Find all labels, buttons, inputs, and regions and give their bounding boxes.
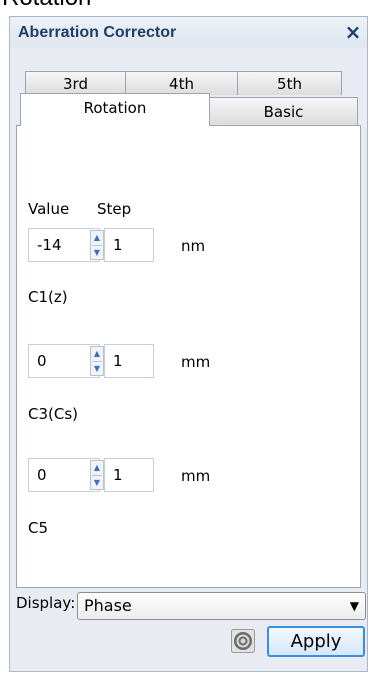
c1-step-input[interactable]: 1: [104, 228, 154, 262]
c1-unit: nm: [181, 237, 206, 255]
c1-spinner[interactable]: ▲ ▼: [90, 230, 104, 260]
c5-spinner[interactable]: ▲ ▼: [90, 460, 104, 490]
c5-unit: mm: [181, 467, 211, 485]
display-selected-value: Phase: [84, 596, 132, 615]
display-label: Display:: [16, 594, 76, 612]
display-select[interactable]: Phase ▼: [77, 592, 366, 620]
c5-step-input[interactable]: 1: [104, 458, 154, 492]
c3-unit: mm: [181, 353, 211, 371]
rotation-tab-content: Value Step -14 ▲ ▼ 1 nm C1(z) 0 ▲ ▼ 1 mm…: [16, 125, 361, 588]
spin-down-icon[interactable]: ▼: [91, 476, 103, 490]
apply-button[interactable]: Apply: [267, 626, 365, 657]
tab-4th[interactable]: 4th: [125, 71, 238, 95]
spin-up-icon[interactable]: ▲: [91, 347, 103, 361]
panel-title: Aberration Corrector: [18, 24, 177, 41]
panel-title-bar: Aberration Corrector ×: [10, 17, 367, 47]
tab-3rd[interactable]: 3rd: [25, 71, 126, 95]
spin-up-icon[interactable]: ▲: [91, 461, 103, 475]
target-icon[interactable]: [231, 629, 255, 653]
spin-down-icon[interactable]: ▼: [91, 362, 103, 376]
page-caption: Rotation: [2, 0, 91, 10]
c3-spinner[interactable]: ▲ ▼: [90, 346, 104, 376]
spin-down-icon[interactable]: ▼: [91, 246, 103, 260]
c1-label: C1(z): [28, 288, 68, 306]
tab-5th[interactable]: 5th: [237, 71, 342, 95]
chevron-down-icon: ▼: [349, 599, 359, 613]
value-column-header: Value: [28, 200, 70, 218]
c3-label: C3(Cs): [28, 405, 79, 423]
aberration-corrector-panel: Aberration Corrector × 3rd 4th 5th Rotat…: [9, 16, 368, 672]
tab-rotation[interactable]: Rotation: [20, 93, 210, 126]
tab-basic[interactable]: Basic: [209, 97, 358, 126]
step-column-header: Step: [97, 200, 132, 218]
spin-up-icon[interactable]: ▲: [91, 231, 103, 245]
c3-step-input[interactable]: 1: [104, 344, 154, 378]
c5-label: C5: [28, 519, 49, 537]
close-icon[interactable]: ×: [341, 20, 365, 44]
